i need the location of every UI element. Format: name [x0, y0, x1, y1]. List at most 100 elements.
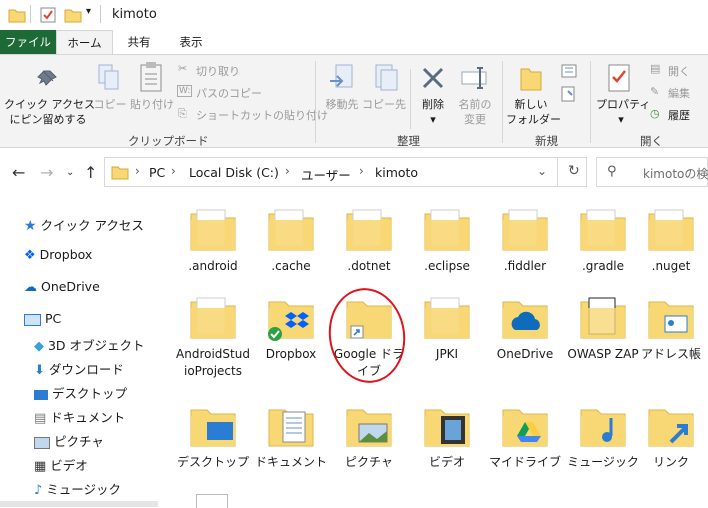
- move-to-button[interactable]: 移動先: [320, 97, 364, 112]
- document-icon: ▤: [34, 411, 47, 426]
- documents-folder-item[interactable]: ドキュメント: [254, 402, 328, 471]
- open-button[interactable]: 開く: [668, 63, 690, 79]
- tab-view[interactable]: 表示: [167, 30, 215, 54]
- ribbon-separator: [590, 61, 591, 143]
- dropbox-folder-item[interactable]: Dropbox: [254, 294, 328, 363]
- sidebar-item-music[interactable]: ♪ ミュージック: [34, 479, 121, 498]
- sidebar-item-documents[interactable]: ▤ ドキュメント: [34, 407, 125, 426]
- folder-icon: [424, 209, 470, 251]
- open-small-icon: ▤: [650, 62, 661, 75]
- sidebar-item-videos[interactable]: ▦ ビデオ: [34, 455, 88, 474]
- move-to-icon: [330, 64, 353, 88]
- music-folder-item[interactable]: ミュージック: [566, 402, 640, 471]
- folder-label: .dotnet: [347, 259, 391, 273]
- folder-icon: [111, 166, 129, 180]
- new-folder-icon[interactable]: [64, 7, 82, 23]
- address-dropdown-icon[interactable]: ⌄: [537, 164, 547, 178]
- folder-item[interactable]: AndroidStudioProjects: [176, 294, 250, 380]
- sidebar-item-label: デスクトップ: [51, 386, 127, 401]
- ribbon-separator: [502, 61, 503, 143]
- links-folder-item[interactable]: リンク: [634, 402, 708, 471]
- breadcrumb-users[interactable]: ユーザー: [301, 165, 351, 184]
- group-label-clipboard: クリップボード: [128, 134, 209, 148]
- tab-home[interactable]: ホーム: [56, 30, 113, 54]
- my-drive-folder-item[interactable]: マイドライブ: [488, 402, 562, 471]
- folder-item[interactable]: OWASP ZAP: [566, 294, 640, 363]
- breadcrumb-pc[interactable]: PC: [149, 165, 165, 180]
- rename-button[interactable]: 名前の 変更: [452, 97, 498, 127]
- folder-item[interactable]: .cache: [254, 206, 328, 275]
- delete-icon: [422, 67, 444, 89]
- folder-item[interactable]: .gradle: [566, 206, 640, 275]
- sidebar-item-3d-objects[interactable]: ◆ 3D オブジェクト: [34, 335, 145, 354]
- contacts-folder-item[interactable]: アドレス帳: [634, 294, 708, 363]
- chevron-right-icon[interactable]: ›: [285, 164, 290, 178]
- ribbon-separator: [315, 61, 316, 143]
- folder-item[interactable]: .dotnet: [332, 206, 406, 275]
- paste-button[interactable]: 貼り付け: [128, 97, 176, 112]
- folder-item[interactable]: JPKI: [410, 294, 484, 363]
- sidebar-item-label: クイック アクセス: [40, 218, 144, 233]
- search-input[interactable]: kimotoの検: [643, 165, 708, 182]
- videos-folder-item[interactable]: ビデオ: [410, 402, 484, 471]
- sidebar-item-pictures[interactable]: ピクチャ: [34, 431, 104, 450]
- address-bar[interactable]: › PC › Local Disk (C:) › ユーザー › kimoto ⌄…: [104, 157, 587, 187]
- edit-button[interactable]: 編集: [668, 85, 690, 101]
- tab-file[interactable]: ファイル: [0, 30, 56, 54]
- chevron-right-icon[interactable]: ›: [359, 164, 364, 178]
- onedrive-folder-item[interactable]: OneDrive: [488, 294, 562, 363]
- desktop-folder-item[interactable]: デスクトップ: [176, 402, 250, 471]
- quick-access-dropdown-icon[interactable]: ▾: [86, 6, 91, 17]
- cut-button[interactable]: 切り取り: [196, 63, 240, 79]
- pictures-folder-item[interactable]: ピクチャ: [332, 402, 406, 471]
- folder-label: .cache: [271, 259, 311, 273]
- easy-access-icon[interactable]: [560, 85, 582, 103]
- group-label-open: 開く: [640, 134, 663, 148]
- folder-icon: [346, 209, 392, 251]
- owasp-folder-icon: [580, 297, 626, 339]
- sidebar-item-dropbox[interactable]: ❖ Dropbox: [24, 247, 92, 263]
- history-button[interactable]: 履歴: [668, 107, 690, 123]
- back-arrow-icon[interactable]: ←: [12, 163, 25, 182]
- videos-folder-icon: [424, 409, 470, 447]
- sidebar-item-label: 3D オブジェクト: [47, 338, 145, 353]
- delete-button[interactable]: 削除 ▾: [414, 97, 452, 127]
- sidebar-item-label: PC: [44, 311, 62, 326]
- folder-icon: [648, 209, 694, 251]
- copy-path-button[interactable]: パスのコピー: [196, 85, 262, 101]
- search-box[interactable]: ⚲ kimotoの検: [596, 157, 708, 187]
- sidebar-item-label: ダウンロード: [48, 362, 124, 377]
- chevron-right-icon[interactable]: ›: [171, 164, 176, 178]
- copy-button[interactable]: コピー: [90, 97, 130, 112]
- folder-item[interactable]: .nuget: [634, 206, 708, 275]
- history-icon: ◷: [650, 107, 660, 120]
- paste-shortcut-button[interactable]: ショートカットの貼り付け: [196, 107, 328, 123]
- sidebar-item-pc[interactable]: PC: [24, 311, 61, 326]
- folder-icon: [502, 209, 548, 251]
- sidebar-item-downloads[interactable]: ⬇ ダウンロード: [34, 359, 124, 378]
- refresh-icon[interactable]: ↻: [568, 163, 580, 179]
- properties-check-icon[interactable]: [40, 7, 56, 23]
- breadcrumb-local-disk[interactable]: Local Disk (C:): [189, 165, 279, 180]
- breadcrumb-kimoto[interactable]: kimoto: [375, 165, 418, 180]
- sidebar-item-quick-access[interactable]: ★ クイック アクセス: [24, 215, 144, 234]
- new-item-icon[interactable]: [560, 63, 582, 81]
- address-divider: [557, 158, 558, 186]
- dropbox-folder-icon: [268, 301, 314, 341]
- folder-item[interactable]: .android: [176, 206, 250, 275]
- sidebar-item-onedrive[interactable]: ☁ OneDrive: [24, 279, 100, 295]
- sidebar-item-desktop[interactable]: デスクトップ: [34, 383, 127, 402]
- partial-file-icon[interactable]: [196, 494, 228, 508]
- copy-to-button[interactable]: コピー先: [362, 97, 406, 112]
- tab-share[interactable]: 共有: [115, 30, 163, 54]
- folder-item[interactable]: .eclipse: [410, 206, 484, 275]
- chevron-right-icon[interactable]: ›: [135, 164, 140, 178]
- recent-dropdown-icon[interactable]: ⌄: [66, 167, 74, 178]
- properties-button[interactable]: プロパティ ▾: [596, 97, 650, 127]
- up-arrow-icon[interactable]: ↑: [84, 163, 97, 182]
- forward-arrow-icon[interactable]: →: [40, 163, 53, 182]
- folder-label: ミュージック: [567, 455, 639, 469]
- pin-quick-access-button[interactable]: クイック アクセス にピン留めする: [4, 97, 95, 127]
- new-folder-button[interactable]: 新しい フォルダー: [506, 97, 561, 127]
- folder-item[interactable]: .fiddler: [488, 206, 562, 275]
